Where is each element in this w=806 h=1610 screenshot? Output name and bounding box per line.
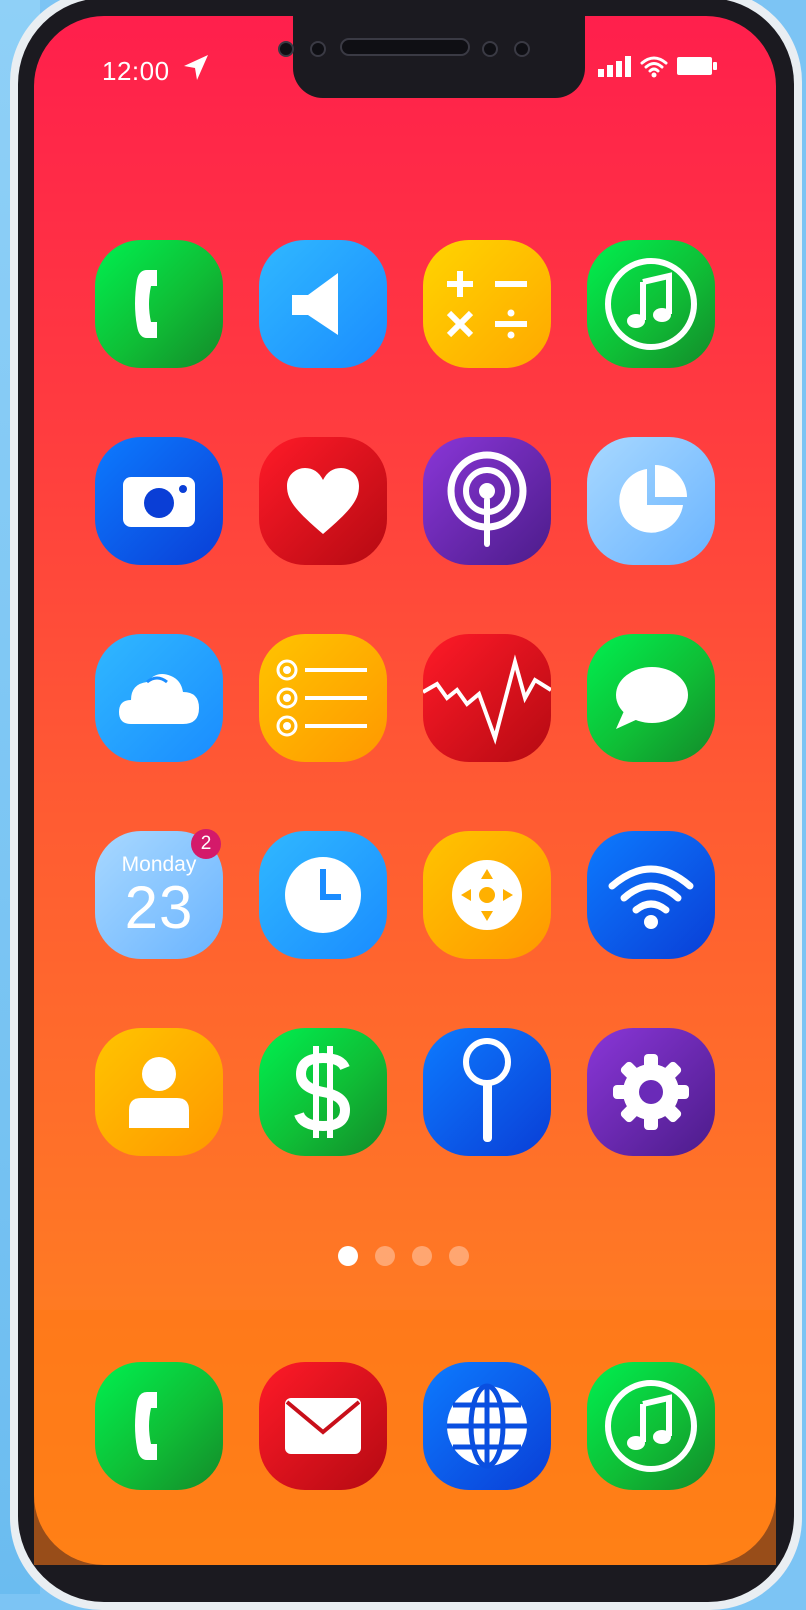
- reminders-app[interactable]: [259, 634, 387, 762]
- messages-app[interactable]: [587, 634, 715, 762]
- search-icon: [463, 1038, 511, 1142]
- game-controller-icon: [452, 860, 522, 930]
- dock-music-app[interactable]: [587, 1362, 715, 1490]
- page-dot-2[interactable]: [375, 1246, 395, 1266]
- clock-icon: [285, 857, 361, 933]
- mail-icon: [285, 1398, 361, 1454]
- calendar-date-number: 23: [124, 874, 194, 941]
- wifi-icon: [640, 56, 668, 78]
- dock-browser-app[interactable]: [423, 1362, 551, 1490]
- settings-app[interactable]: [587, 1028, 715, 1156]
- stocks-icon: [423, 654, 551, 745]
- signal-icon: [598, 56, 631, 77]
- sensor: [310, 41, 326, 57]
- dock-phone-app[interactable]: [95, 1362, 223, 1490]
- battery-icon: [677, 57, 717, 75]
- status-time: 12:00: [102, 56, 170, 86]
- earpiece-speaker: [340, 38, 470, 56]
- gear-icon: [613, 1054, 689, 1130]
- phone-app[interactable]: [95, 240, 223, 368]
- status-icons: [598, 54, 718, 78]
- wifi-app[interactable]: [587, 831, 715, 959]
- camera-icon: [123, 477, 195, 527]
- calculator-icon: [446, 271, 527, 339]
- speaker-app[interactable]: [259, 240, 387, 368]
- finance-app[interactable]: [259, 1028, 387, 1156]
- heart-icon: [287, 468, 359, 534]
- stocks-app[interactable]: [423, 634, 551, 762]
- music-app[interactable]: [587, 240, 715, 368]
- page-dot-1[interactable]: [338, 1246, 358, 1266]
- clock-app[interactable]: [259, 831, 387, 959]
- location-arrow-icon: [184, 55, 208, 80]
- phone-icon: [135, 270, 157, 338]
- globe-icon: [447, 1383, 527, 1469]
- front-camera: [278, 41, 294, 57]
- music-icon: [605, 1380, 697, 1472]
- music-icon: [605, 258, 697, 350]
- calendar-app[interactable]: Monday 23 2: [95, 829, 223, 959]
- podcasts-app[interactable]: [423, 437, 551, 565]
- pie-chart-icon: [619, 465, 687, 533]
- page-indicator[interactable]: [338, 1246, 469, 1266]
- health-app[interactable]: [259, 437, 387, 565]
- notch: [293, 16, 585, 98]
- phone-icon: [135, 1392, 157, 1460]
- message-icon: [616, 667, 688, 729]
- calculator-app[interactable]: [423, 240, 551, 368]
- dollar-icon: [294, 1046, 351, 1138]
- sensor: [514, 41, 530, 57]
- speaker-icon: [292, 273, 338, 335]
- notification-badge: 2: [191, 829, 221, 859]
- weather-app[interactable]: [95, 634, 223, 762]
- charts-app[interactable]: [587, 437, 715, 565]
- search-app[interactable]: [423, 1028, 551, 1156]
- list-icon: [276, 659, 367, 737]
- sensor: [482, 41, 498, 57]
- dock-mail-app[interactable]: [259, 1362, 387, 1490]
- contacts-icon: [129, 1057, 189, 1128]
- page-dot-3[interactable]: [412, 1246, 432, 1266]
- page-dot-4[interactable]: [449, 1246, 469, 1266]
- games-app[interactable]: [423, 831, 551, 959]
- cloud-icon: [119, 674, 199, 724]
- podcast-icon: [447, 451, 527, 547]
- camera-app[interactable]: [95, 437, 223, 565]
- contacts-app[interactable]: [95, 1028, 223, 1156]
- wifi-icon: [608, 865, 694, 929]
